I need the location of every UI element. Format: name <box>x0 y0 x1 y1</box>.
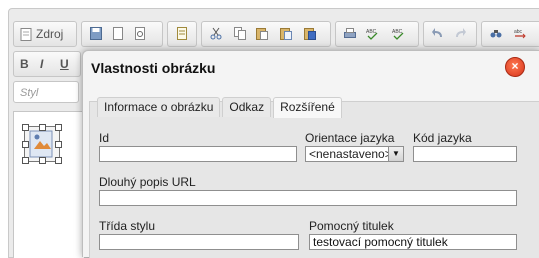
chevron-down-icon: ▼ <box>388 147 403 161</box>
language-direction-label: Orientace jazyka <box>305 131 395 145</box>
paste-text-button[interactable] <box>278 26 294 42</box>
find-icon <box>490 30 502 38</box>
resize-handle[interactable] <box>55 124 62 131</box>
resize-handle[interactable] <box>22 141 29 148</box>
paste-text-icon <box>280 28 292 40</box>
underline-button[interactable]: U <box>60 56 76 72</box>
preview-icon <box>135 27 145 40</box>
paste-icon <box>256 28 268 40</box>
long-description-label: Dlouhý popis URL <box>99 175 196 189</box>
bold-button[interactable]: B <box>20 56 36 72</box>
resize-handle[interactable] <box>39 124 46 131</box>
source-icon <box>20 27 32 41</box>
language-code-label: Kód jazyka <box>413 131 472 145</box>
spellcheck-dropdown-icon: ABC <box>392 29 404 40</box>
style-class-input[interactable] <box>99 234 299 250</box>
styles-combo[interactable]: Styl <box>13 81 79 103</box>
paste-button[interactable] <box>254 26 270 42</box>
resize-handle[interactable] <box>22 157 29 164</box>
tab-advanced[interactable]: Rozšířené <box>273 97 342 118</box>
tab-image-info[interactable]: Informace o obrázku <box>97 97 221 117</box>
basic-styles-group: B I U <box>13 51 81 77</box>
print-icon <box>344 28 356 38</box>
preview-button[interactable] <box>132 26 148 42</box>
undo-button[interactable] <box>430 26 446 42</box>
templates-button[interactable] <box>174 26 190 42</box>
redo-button[interactable] <box>452 26 468 42</box>
undo-redo-group <box>423 21 477 47</box>
new-page-icon <box>113 27 123 40</box>
close-button[interactable]: × <box>505 57 525 77</box>
svg-text:abc: abc <box>514 29 523 35</box>
image-properties-dialog: Vlastnosti obrázku × Informace o obrázku… <box>82 50 539 258</box>
image-placeholder-icon <box>29 130 53 158</box>
resize-handle[interactable] <box>22 124 29 131</box>
cut-button[interactable] <box>208 26 224 42</box>
advisory-title-label: Pomocný titulek <box>309 219 394 233</box>
replace-icon: abc <box>514 29 526 39</box>
selected-image[interactable] <box>22 124 62 164</box>
copy-icon <box>234 27 246 40</box>
redo-icon <box>456 28 466 37</box>
resize-handle[interactable] <box>55 157 62 164</box>
save-icon <box>90 27 102 40</box>
save-button[interactable] <box>88 26 104 42</box>
editor-content[interactable] <box>13 111 85 258</box>
long-description-input[interactable] <box>99 190 517 206</box>
templates-icon <box>177 27 187 40</box>
spellcheck-icon: ABC <box>366 29 378 40</box>
templates-group <box>167 21 197 47</box>
close-icon: × <box>511 59 519 73</box>
language-direction-value: <nenastaveno> <box>309 147 392 161</box>
find-button[interactable] <box>488 26 504 42</box>
print-button[interactable] <box>342 26 358 42</box>
find-group: abc <box>481 21 539 47</box>
paste-word-button[interactable] <box>302 26 318 42</box>
resize-handle[interactable] <box>55 141 62 148</box>
dialog-tabs: Informace o obrázku Odkaz Rozšířené <box>97 97 344 118</box>
id-label: Id <box>99 131 110 145</box>
undo-icon <box>432 28 442 37</box>
advisory-title-input[interactable]: testovací pomocný titulek <box>309 234 517 250</box>
source-group: Zdroj <box>13 21 77 47</box>
document-group <box>81 21 163 47</box>
spellcheck-button[interactable]: ABC <box>364 26 380 42</box>
source-button[interactable]: Zdroj <box>20 26 63 42</box>
replace-button[interactable]: abc <box>512 26 528 42</box>
new-page-button[interactable] <box>110 26 126 42</box>
id-input[interactable] <box>99 146 297 162</box>
resize-handle[interactable] <box>39 157 46 164</box>
print-spell-group: ABC ABC <box>335 21 419 47</box>
spellcheck-dropdown-button[interactable]: ABC <box>390 26 412 42</box>
copy-button[interactable] <box>232 26 248 42</box>
language-direction-select[interactable]: <nenastaveno> ▼ <box>305 146 404 162</box>
tab-link[interactable]: Odkaz <box>222 97 272 117</box>
language-code-input[interactable] <box>413 146 517 162</box>
source-button-label: Zdroj <box>36 27 64 41</box>
cut-icon <box>210 27 222 40</box>
italic-button[interactable]: I <box>40 56 56 72</box>
paste-word-icon <box>304 28 316 40</box>
style-class-label: Třída stylu <box>99 219 156 233</box>
clipboard-group <box>201 21 331 47</box>
dialog-title: Vlastnosti obrázku <box>91 60 216 76</box>
